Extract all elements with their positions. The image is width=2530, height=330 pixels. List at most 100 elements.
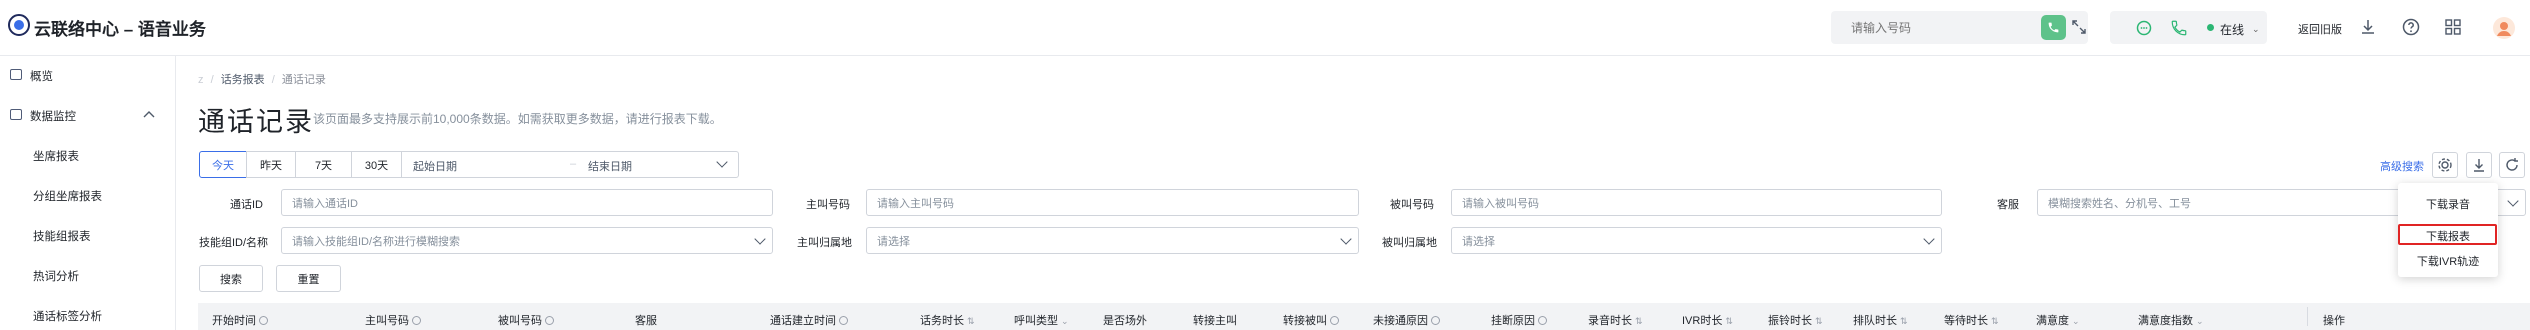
filter-chevron-icon[interactable]: ⌄ [2196, 316, 2204, 326]
sidebar-item-call-tag-analysis[interactable]: 通话标签分析 [0, 303, 176, 327]
col-label: 呼叫类型 [1014, 315, 1058, 327]
export-button[interactable] [2466, 152, 2492, 178]
refresh-button[interactable] [2499, 152, 2525, 178]
menu-item-download-recording[interactable]: 下载录音 [2398, 196, 2498, 212]
col-label: 开始时间 [212, 315, 256, 327]
sidebar-item-data-monitor[interactable]: 数据监控 [0, 103, 176, 127]
caller-location-label: 主叫归属地 [797, 237, 852, 249]
col-label: 录音时长 [1588, 315, 1632, 327]
caller-location-select[interactable]: 请选择 [866, 227, 1359, 254]
col-unanswered-reason: 未接通原因 [1373, 312, 1440, 328]
call-button[interactable] [2041, 15, 2066, 40]
sort-icon[interactable]: ⇅ [1725, 316, 1733, 326]
highlight-box [2398, 224, 2497, 245]
sort-icon[interactable]: ⇅ [1991, 316, 1999, 326]
gear-icon [2438, 158, 2452, 172]
chevron-down-icon [754, 233, 766, 245]
sidebar-item-overview[interactable]: 概览 [0, 63, 176, 87]
phone-status-icon[interactable] [2170, 19, 2188, 37]
col-queue-duration[interactable]: 排队时长 ⇅ [1853, 312, 1908, 328]
chevron-up-icon[interactable] [143, 110, 155, 118]
col-ring-duration[interactable]: 振铃时长 ⇅ [1768, 312, 1823, 328]
advanced-search-link[interactable]: 高级搜索 [2380, 158, 2424, 174]
skill-group-select[interactable]: 请输入技能组ID/名称进行模糊搜索 [281, 227, 773, 254]
sidebar-item-hotword-analysis[interactable]: 热词分析 [0, 263, 176, 287]
col-label: 未接通原因 [1373, 315, 1428, 327]
back-to-old-version-link[interactable]: 返回旧版 [2298, 21, 2342, 37]
breadcrumb-root[interactable]: z [198, 74, 204, 86]
end-date-placeholder[interactable]: 结束日期 [588, 158, 632, 174]
chevron-down-icon [1340, 233, 1352, 245]
info-icon [545, 316, 554, 325]
col-label: 振铃时长 [1768, 315, 1812, 327]
col-label: 等待时长 [1944, 315, 1988, 327]
breadcrumb-separator: / [210, 74, 214, 86]
download-icon[interactable] [2358, 17, 2378, 37]
overview-icon [10, 69, 22, 80]
agent-label: 客服 [1997, 199, 2019, 211]
user-avatar[interactable] [2493, 17, 2515, 39]
expand-icon[interactable] [2071, 19, 2087, 35]
start-date-placeholder[interactable]: 起始日期 [413, 158, 457, 174]
col-label: 满意度指数 [2138, 315, 2193, 327]
search-button[interactable]: 搜索 [199, 265, 263, 292]
callee-input[interactable]: 请输入被叫号码 [1451, 189, 1942, 216]
sort-icon[interactable]: ⇅ [967, 316, 975, 326]
info-icon [1431, 316, 1440, 325]
phone-icon [2048, 22, 2059, 33]
call-id-input[interactable]: 请输入通话ID [281, 189, 773, 216]
settings-button[interactable] [2432, 152, 2458, 178]
col-call-type[interactable]: 呼叫类型 ⌄ [1014, 312, 1069, 328]
col-label: 被叫号码 [498, 315, 542, 327]
sort-icon[interactable]: ⇅ [1635, 316, 1643, 326]
sort-icon[interactable]: ⇅ [1900, 316, 1908, 326]
sort-icon[interactable]: ⇅ [1815, 316, 1823, 326]
col-ivr-duration[interactable]: IVR时长 ⇅ [1682, 312, 1733, 328]
quick-date-7days[interactable]: 7天 [295, 151, 352, 178]
quick-date-today[interactable]: 今天 [199, 151, 247, 178]
caller-location-placeholder: 请选择 [877, 235, 910, 248]
breadcrumb: z / 话务报表 / 通话记录 [198, 71, 326, 87]
sidebar-item-label: 通话标签分析 [33, 311, 102, 323]
download-icon [2474, 159, 2484, 172]
phone-number-input[interactable] [1831, 11, 2041, 44]
menu-item-download-ivr-trace[interactable]: 下载IVR轨迹 [2398, 253, 2498, 269]
breadcrumb-section[interactable]: 话务报表 [221, 74, 265, 86]
col-duration[interactable]: 话务时长 ⇅ [920, 312, 975, 328]
col-transfer-caller: 转接主叫 [1193, 312, 1237, 328]
call-id-label: 通话ID [230, 199, 263, 211]
status-label[interactable]: 在线 [2220, 21, 2244, 38]
col-satisfaction[interactable]: 满意度 ⌄ [2036, 312, 2080, 328]
col-label: 通话建立时间 [770, 315, 836, 327]
date-range-picker[interactable]: 起始日期 – 结束日期 [401, 151, 739, 178]
chat-icon[interactable] [2135, 19, 2153, 37]
sidebar-item-skill-group-report[interactable]: 技能组报表 [0, 223, 176, 247]
filter-chevron-icon[interactable]: ⌄ [2072, 316, 2080, 326]
apps-grid-icon[interactable] [2443, 17, 2463, 37]
chevron-down-icon [2507, 195, 2519, 207]
chevron-down-icon [716, 156, 728, 168]
filter-chevron-icon[interactable]: ⌄ [1061, 316, 1069, 326]
breadcrumb-separator: / [271, 74, 275, 86]
help-icon[interactable] [2401, 17, 2421, 37]
col-label: 排队时长 [1853, 315, 1897, 327]
reset-button[interactable]: 重置 [276, 265, 341, 292]
quick-date-30days[interactable]: 30天 [351, 151, 402, 178]
col-record-duration[interactable]: 录音时长 ⇅ [1588, 312, 1643, 328]
sidebar-item-label: 技能组报表 [33, 231, 91, 243]
online-dot-icon [2207, 24, 2214, 31]
sidebar-item-label: 数据监控 [30, 111, 76, 123]
sidebar-item-agent-report[interactable]: 坐席报表 [0, 143, 176, 167]
callee-location-select[interactable]: 请选择 [1451, 227, 1942, 254]
col-satisfaction-index[interactable]: 满意度指数 ⌄ [2138, 312, 2204, 328]
callee-label: 被叫号码 [1390, 199, 1434, 211]
col-wait-duration[interactable]: 等待时长 ⇅ [1944, 312, 1999, 328]
chevron-down-icon[interactable]: ⌄ [2252, 24, 2260, 35]
col-connect-time: 通话建立时间 [770, 312, 848, 328]
sidebar-item-group-agent-report[interactable]: 分组坐席报表 [0, 183, 176, 207]
sidebar-item-label: 概览 [30, 71, 53, 83]
col-start-time[interactable]: 开始时间 [212, 312, 268, 328]
caller-input[interactable]: 请输入主叫号码 [866, 189, 1359, 216]
dial-box [1831, 11, 2088, 44]
quick-date-yesterday[interactable]: 昨天 [246, 151, 296, 178]
